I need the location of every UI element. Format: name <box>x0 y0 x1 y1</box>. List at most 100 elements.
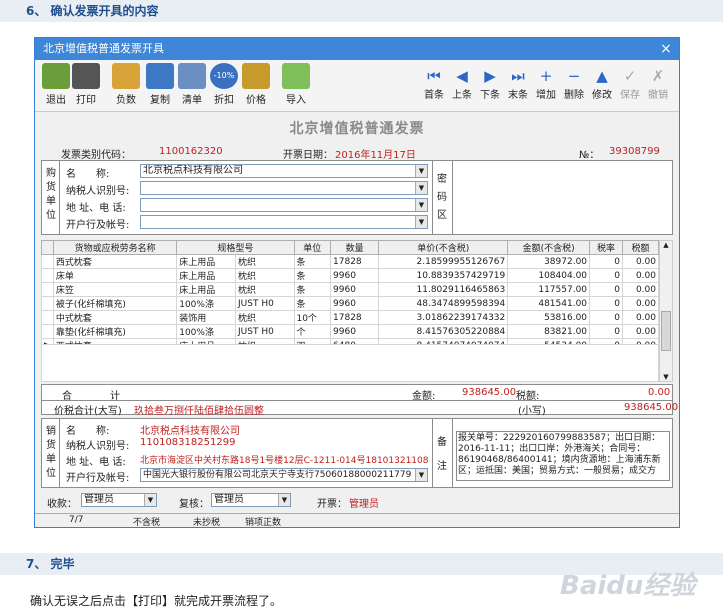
nav-button-8[interactable]: ✗ 撤销 <box>645 66 671 101</box>
table-cell[interactable]: 8.41576305220884 <box>378 324 509 339</box>
table-cell[interactable]: 条 <box>293 282 332 297</box>
table-cell[interactable]: 床上用品 <box>176 282 237 297</box>
table-cell[interactable]: 100%涤 <box>176 324 237 339</box>
table-cell[interactable]: 靠垫(化纤棉填充) <box>52 324 178 339</box>
chevron-down-icon[interactable]: ▼ <box>415 216 427 228</box>
table-cell[interactable]: 0 <box>589 296 624 311</box>
table-cell[interactable]: 条 <box>293 268 332 283</box>
table-cell[interactable]: 装饰用 <box>176 310 237 325</box>
table-row[interactable]: 靠垫(化纤棉填充) 100%涤 JUST H0 个 9960 8.415763052208… <box>41 324 659 339</box>
chevron-down-icon[interactable]: ▼ <box>415 182 427 194</box>
table-cell[interactable]: 被子(化纤棉填充) <box>52 296 178 311</box>
table-cell[interactable]: 0.00 <box>622 254 659 269</box>
table-row[interactable]: 中式枕套 装饰用 枕织 10个 17828 3.01862239174332 53816.0… <box>41 310 659 325</box>
payee-select[interactable]: 管理员 ▼ <box>81 493 157 507</box>
table-cell[interactable]: 9960 <box>330 324 380 339</box>
table-cell[interactable]: 0.00 <box>622 296 659 311</box>
table-cell[interactable]: 108404.00 <box>507 268 591 283</box>
table-cell[interactable]: 0 <box>589 254 624 269</box>
table-cell[interactable]: 481541.00 <box>507 296 591 311</box>
table-cell[interactable]: 9960 <box>330 282 380 297</box>
table-cell[interactable]: 0.00 <box>622 268 659 283</box>
toolbar-discount-button[interactable]: -10% 折扣 <box>207 63 241 106</box>
buyer-name-select[interactable]: 北京税点科技有限公司 ▼ <box>140 164 428 178</box>
table-cell[interactable]: JUST H0 <box>235 296 295 311</box>
table-cell[interactable]: 床上用品 <box>176 254 237 269</box>
table-cell[interactable]: 9960 <box>330 296 380 311</box>
table-cell[interactable]: 床上用品 <box>176 268 237 283</box>
table-cell[interactable]: 83821.00 <box>507 324 591 339</box>
table-cell[interactable]: 53816.00 <box>507 310 591 325</box>
column-header[interactable]: 数量 <box>330 240 380 255</box>
toolbar-folder-button[interactable]: 负数 <box>109 63 143 106</box>
buyer-tax-select[interactable]: ▼ <box>140 181 428 195</box>
table-cell[interactable]: 10个 <box>293 310 332 325</box>
table-cell[interactable]: 枕织 <box>235 254 295 269</box>
nav-button-3[interactable]: ⏭ 末条 <box>505 66 531 101</box>
table-cell[interactable]: 条 <box>293 254 332 269</box>
table-cell[interactable]: 条 <box>293 296 332 311</box>
table-cell[interactable]: 3.01862239174332 <box>378 310 509 325</box>
toolbar-exit-button[interactable]: 退出 <box>39 63 73 106</box>
toolbar-printer-button[interactable]: 打印 <box>69 63 103 106</box>
chevron-down-icon[interactable]: ▼ <box>415 199 427 211</box>
table-cell[interactable]: 17828 <box>330 254 380 269</box>
table-cell[interactable]: 枕织 <box>235 310 295 325</box>
nav-button-5[interactable]: − 删除 <box>561 66 587 101</box>
table-cell[interactable]: 0.00 <box>622 282 659 297</box>
table-row[interactable]: 西式枕套 床上用品 枕织条 17828 2.18599955126767 38972.00… <box>41 254 659 269</box>
nav-button-1[interactable]: ◀ 上条 <box>449 66 475 101</box>
table-scrollbar[interactable]: ▲ ▼ <box>659 240 673 382</box>
seller-bank-select[interactable]: 中国光大银行股份有限公司北京天宁寺支行75060188000211779 ▼ <box>140 468 428 482</box>
nav-button-2[interactable]: ▶ 下条 <box>477 66 503 101</box>
table-cell[interactable]: 10.8839357429719 <box>378 268 509 283</box>
toolbar-list-button[interactable]: 清单 <box>175 63 209 106</box>
nav-button-7[interactable]: ✓ 保存 <box>617 66 643 101</box>
column-header[interactable]: 税额 <box>622 240 659 255</box>
buyer-addr-select[interactable]: ▼ <box>140 198 428 212</box>
remark-text[interactable]: 报关单号：222920160799883587；出口日期：2016-11-11；… <box>456 431 670 481</box>
column-header[interactable]: 税率 <box>589 240 624 255</box>
table-cell[interactable]: 2.18599955126767 <box>378 254 509 269</box>
table-cell[interactable]: 枕织 <box>235 282 295 297</box>
table-cell[interactable]: 9960 <box>330 268 380 283</box>
column-header[interactable]: 货物或应税劳务名称 <box>52 240 178 255</box>
table-cell[interactable]: 100%涤 <box>176 296 237 311</box>
buyer-bank-select[interactable]: ▼ <box>140 215 428 229</box>
table-cell[interactable]: 0.00 <box>622 310 659 325</box>
table-cell[interactable]: 床笠 <box>52 282 178 297</box>
table-cell[interactable]: 枕织 <box>235 268 295 283</box>
table-cell[interactable]: 48.3474899598394 <box>378 296 509 311</box>
nav-button-4[interactable]: + 增加 <box>533 66 559 101</box>
review-select[interactable]: 管理员 ▼ <box>211 493 291 507</box>
nav-button-6[interactable]: ▲ 修改 <box>589 66 615 101</box>
table-cell[interactable]: 11.8029116465863 <box>378 282 509 297</box>
table-cell[interactable]: 中式枕套 <box>52 310 178 325</box>
chevron-down-icon[interactable]: ▼ <box>415 165 427 177</box>
table-cell[interactable]: 0 <box>589 324 624 339</box>
chevron-down-icon[interactable]: ▼ <box>144 494 156 506</box>
chevron-down-icon[interactable]: ▼ <box>278 494 290 506</box>
nav-button-0[interactable]: ⏮ 首条 <box>421 66 447 101</box>
table-cell[interactable]: 床单 <box>52 268 178 283</box>
table-cell[interactable]: 西式枕套 <box>52 254 178 269</box>
table-cell[interactable]: 个 <box>293 324 332 339</box>
table-row[interactable]: 床笠 床上用品 枕织条 9960 11.8029116465863 117557.00 0 0… <box>41 282 659 297</box>
table-cell[interactable]: 0 <box>589 268 624 283</box>
goods-table[interactable]: 货物或应税劳务名称 规格型号 单位 数量 单价(不含税) 金额(不含税) 税率 税额 西式枕套… <box>41 240 659 353</box>
table-row[interactable]: 床单 床上用品 枕织条 9960 10.8839357429719 108404.00 0 0… <box>41 268 659 283</box>
table-cell[interactable]: 17828 <box>330 310 380 325</box>
toolbar-import-button[interactable]: 导入 <box>279 63 313 106</box>
column-header[interactable]: 单价(不含税) <box>378 240 509 255</box>
chevron-down-icon[interactable]: ▼ <box>415 469 427 481</box>
column-header[interactable]: 金额(不含税) <box>507 240 591 255</box>
table-cell[interactable]: 117557.00 <box>507 282 591 297</box>
table-cell[interactable]: 0 <box>589 310 624 325</box>
table-row[interactable]: 被子(化纤棉填充) 100%涤 JUST H0 条 9960 48.34748995983… <box>41 296 659 311</box>
column-header[interactable]: 单位 <box>293 240 332 255</box>
toolbar-price-button[interactable]: 价格 <box>239 63 273 106</box>
toolbar-copy-button[interactable]: 复制 <box>143 63 177 106</box>
table-cell[interactable]: 0.00 <box>622 324 659 339</box>
close-icon[interactable]: × <box>653 38 679 60</box>
table-cell[interactable]: 38972.00 <box>507 254 591 269</box>
